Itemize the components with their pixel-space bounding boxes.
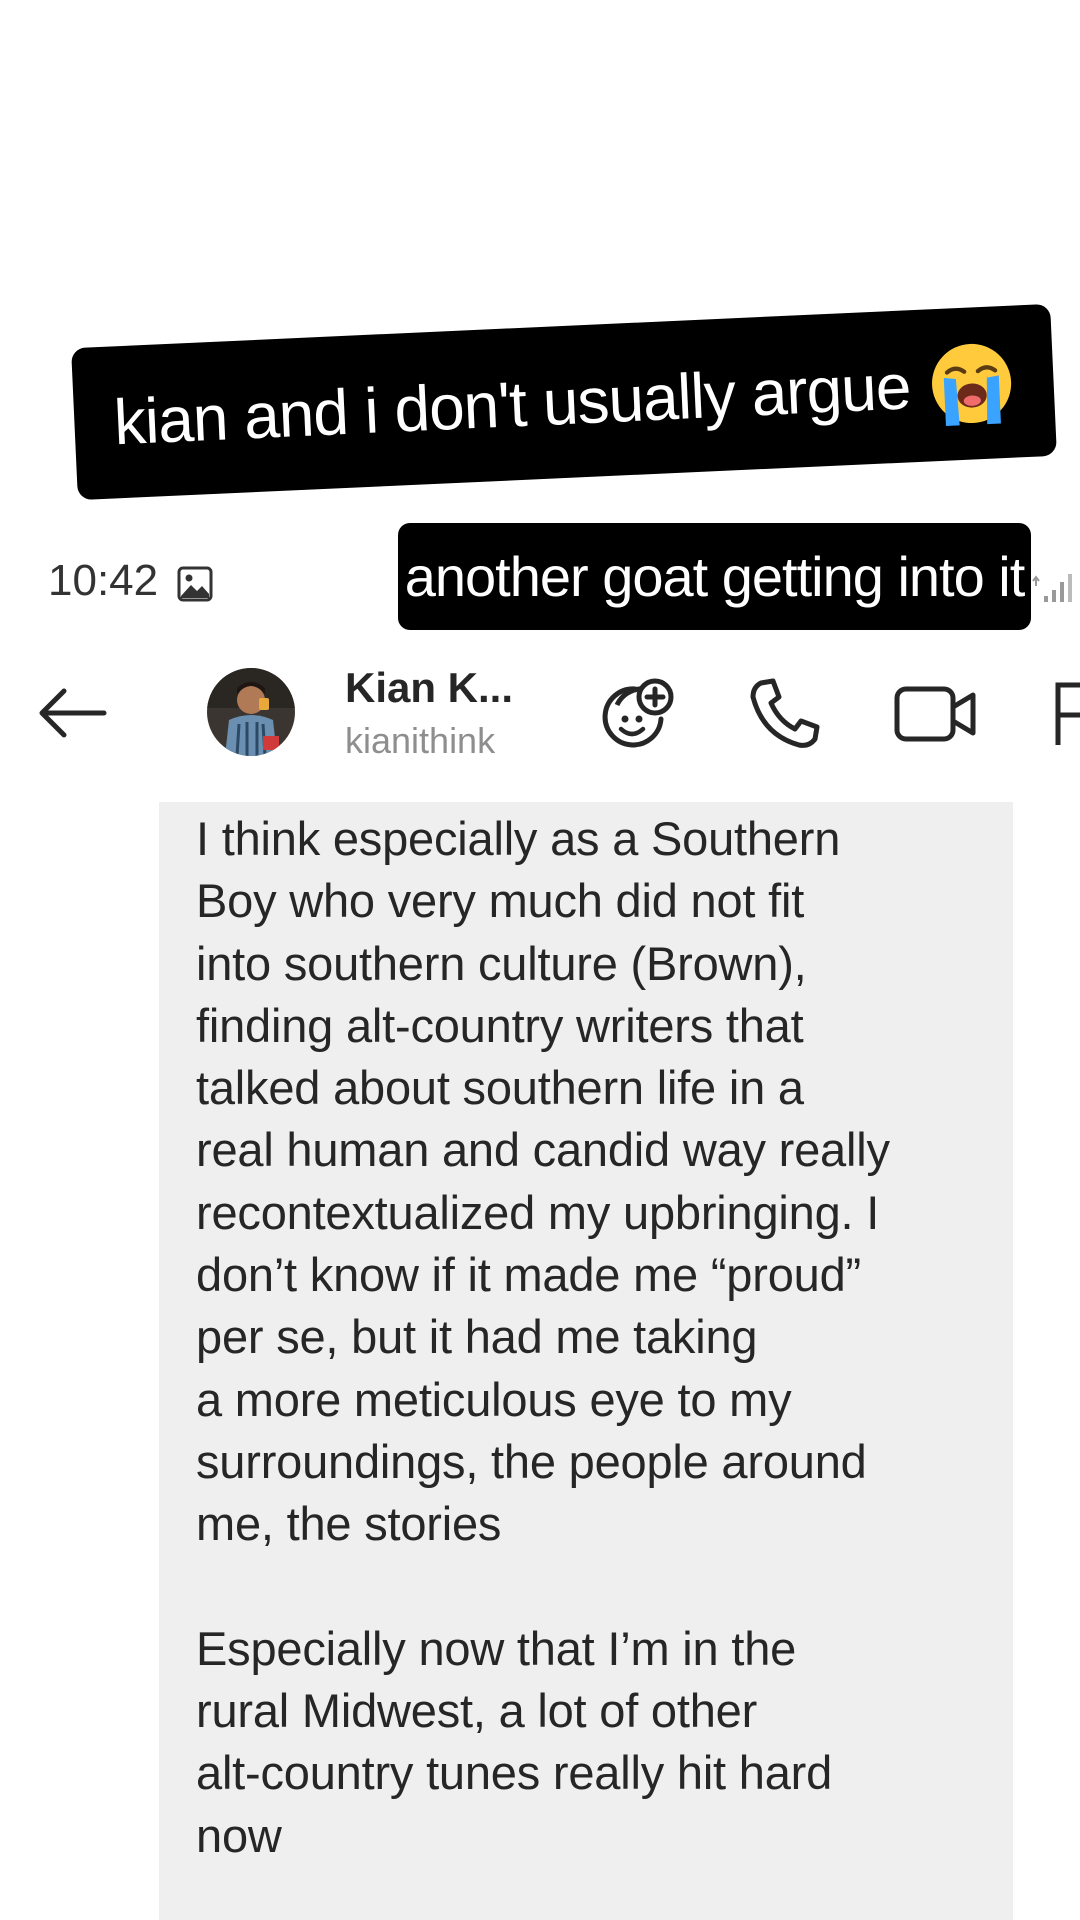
- message-text: I think especially as a Southern Boy who…: [196, 812, 890, 1862]
- contact-name[interactable]: Kian K...: [345, 664, 513, 712]
- loudly-crying-face-emoji-icon: [931, 343, 1011, 427]
- back-arrow-icon[interactable]: [34, 683, 108, 743]
- gallery-icon: [177, 566, 213, 602]
- avatar[interactable]: [207, 668, 295, 756]
- status-time: 10:42: [48, 556, 159, 605]
- story-caption-second-text: another goat getting into it: [404, 545, 1026, 608]
- effects-add-icon[interactable]: [595, 675, 675, 751]
- story-caption-second: another goat getting into it: [398, 523, 1031, 630]
- flag-icon[interactable]: [1052, 675, 1080, 751]
- signal-icon: [1032, 574, 1072, 602]
- phone-icon[interactable]: [747, 675, 821, 751]
- contact-handle[interactable]: kianithink: [345, 720, 495, 762]
- story-caption-top: kian and i don't usually argue: [71, 303, 1057, 501]
- video-camera-icon[interactable]: [893, 675, 977, 751]
- story-caption-top-text: kian and i don't usually argue: [112, 350, 912, 459]
